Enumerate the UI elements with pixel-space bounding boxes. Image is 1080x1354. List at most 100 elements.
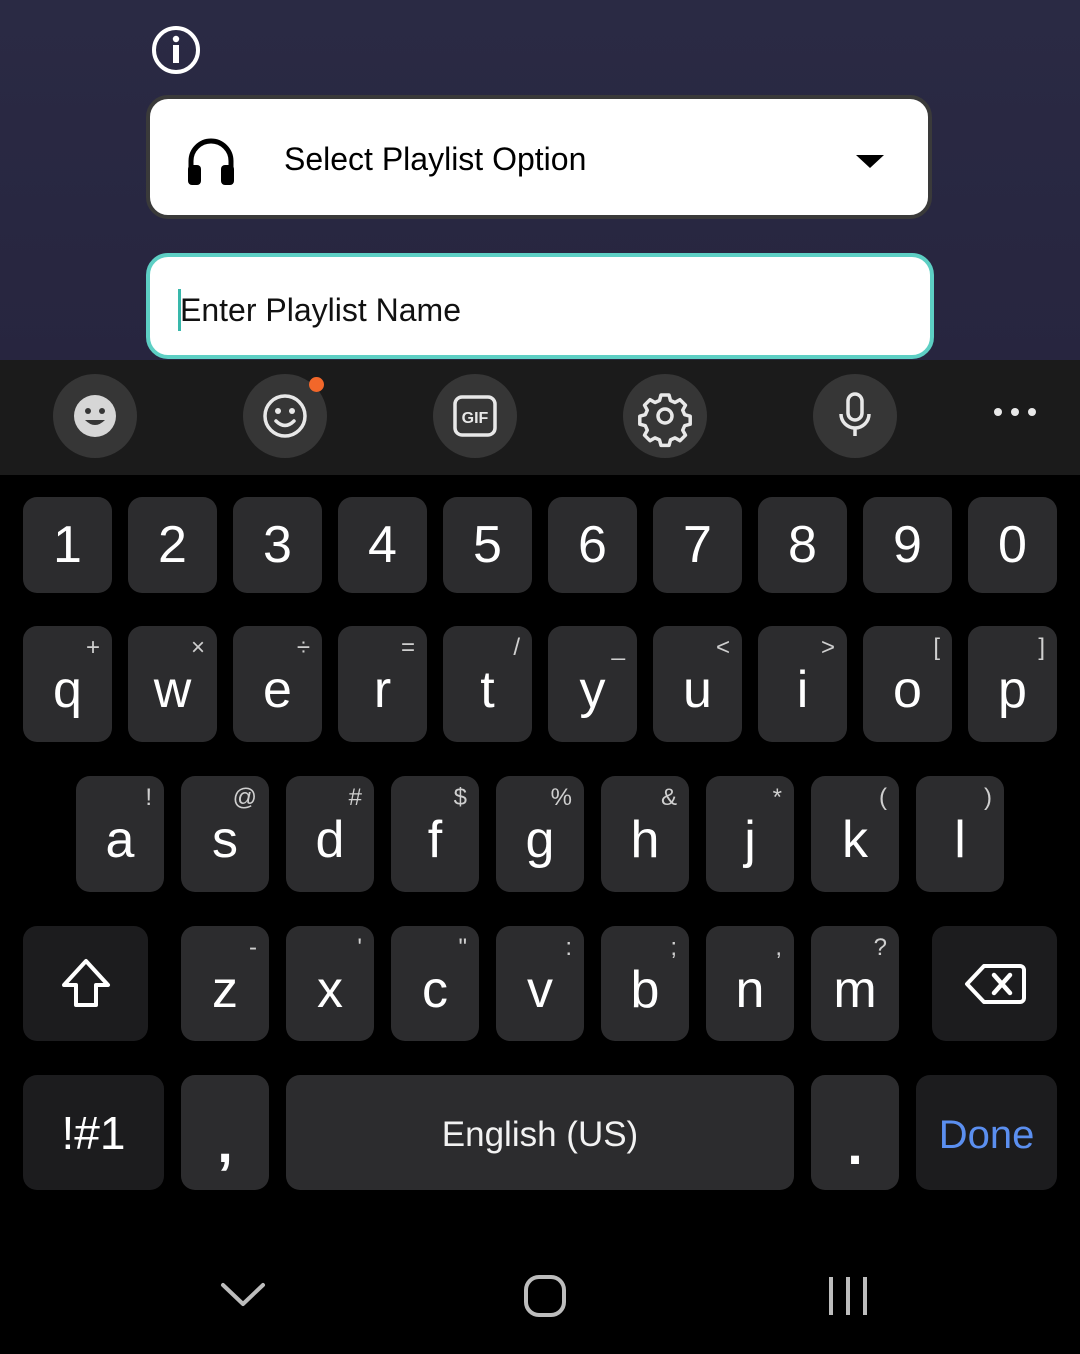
key-c[interactable]: " c (391, 926, 479, 1041)
more-options-icon[interactable] (990, 404, 1040, 420)
microphone-icon[interactable] (813, 374, 897, 458)
key-q-secondary: + (85, 634, 100, 661)
key-k[interactable]: (k (811, 776, 899, 892)
text-cursor (178, 289, 181, 331)
key-w[interactable]: × w (128, 626, 217, 742)
key-w-label: w (153, 661, 192, 719)
key-r-secondary: = (400, 634, 415, 661)
key-x[interactable]: ' x (286, 926, 374, 1041)
key-r[interactable]: = r (338, 626, 427, 742)
key-u-label: u (683, 661, 712, 719)
key-y-label: y (579, 661, 606, 719)
period-key-label: . (847, 1113, 863, 1176)
key-e[interactable]: ÷ e (233, 626, 322, 742)
dropdown-label: Select Playlist Option (284, 141, 587, 177)
key-8[interactable]: 8 (758, 497, 847, 593)
notification-dot (309, 377, 324, 392)
key-k-label: k (842, 811, 868, 869)
key-a-secondary: ! (145, 784, 152, 811)
key-h[interactable]: & h (601, 776, 689, 892)
key-9[interactable]: 9 (863, 497, 952, 593)
settings-icon[interactable] (623, 374, 707, 458)
key-m-secondary: ? (873, 934, 887, 961)
key-z[interactable]: -z (181, 926, 269, 1041)
key-k-secondary: ( (879, 784, 887, 811)
app-content-area: Select Playlist Option Enter Playlist Na… (0, 0, 1080, 360)
key-t[interactable]: / t (443, 626, 532, 742)
space-key[interactable]: English (US) (286, 1075, 794, 1190)
key-h-secondary: & (660, 784, 677, 811)
key-d-secondary: # (348, 784, 362, 811)
key-l[interactable]: ) l (916, 776, 1004, 892)
key-q[interactable]: + q (23, 626, 112, 742)
key-c-secondary: " (458, 934, 467, 961)
key-6[interactable]: 6 (548, 497, 637, 593)
key-m[interactable]: ? m (811, 926, 899, 1041)
key-4-label: 4 (368, 516, 397, 574)
key-2-label: 2 (158, 516, 187, 574)
key-o[interactable]: [o (863, 626, 952, 742)
playlist-name-input[interactable]: Enter Playlist Name (146, 253, 934, 359)
key-u-secondary: < (715, 634, 730, 661)
key-e-secondary: ÷ (296, 634, 310, 661)
symbols-key[interactable]: !#1 (23, 1075, 164, 1190)
key-i-label: i (796, 661, 809, 719)
key-o-secondary: [ (933, 634, 940, 661)
backspace-key[interactable] (932, 926, 1057, 1041)
key-h-label: h (630, 811, 660, 869)
key-d-label: d (315, 811, 345, 869)
key-i[interactable]: > i (758, 626, 847, 742)
home-icon[interactable] (523, 1274, 567, 1318)
key-4[interactable]: 4 (338, 497, 427, 593)
key-f[interactable]: $ f (391, 776, 479, 892)
key-7[interactable]: 7 (653, 497, 742, 593)
key-3[interactable]: 3 (233, 497, 322, 593)
key-b-label: b (630, 961, 660, 1019)
key-v[interactable]: :v (496, 926, 584, 1041)
emoji-icon[interactable] (243, 374, 327, 458)
info-icon[interactable] (151, 25, 201, 75)
symbols-key-label: !#1 (61, 1107, 126, 1159)
recent-apps-icon[interactable] (826, 1274, 870, 1318)
key-g-secondary: % (550, 784, 572, 811)
headphones-icon (188, 138, 234, 185)
keyboard-toolbar: GIF (0, 360, 1080, 475)
key-p[interactable]: ] p (968, 626, 1057, 742)
comma-key[interactable]: , (181, 1075, 269, 1190)
key-5[interactable]: 5 (443, 497, 532, 593)
period-key[interactable]: . (811, 1075, 899, 1190)
key-a[interactable]: ! a (76, 776, 164, 892)
key-j-label: j (744, 811, 756, 869)
playlist-name-placeholder: Enter Playlist Name (180, 292, 461, 328)
key-f-label: f (427, 811, 443, 869)
key-j-secondary: * (772, 784, 782, 811)
gif-label: GIF (462, 410, 489, 427)
key-v-secondary: : (565, 934, 572, 961)
key-1[interactable]: 1 (23, 497, 112, 593)
key-c-label: c (422, 961, 448, 1019)
key-u[interactable]: < u (653, 626, 742, 742)
key-y[interactable]: _ y (548, 626, 637, 742)
hide-keyboard-icon[interactable] (220, 1280, 266, 1310)
gif-icon[interactable]: GIF (433, 374, 517, 458)
key-b[interactable]: ; b (601, 926, 689, 1041)
key-s[interactable]: @ s (181, 776, 269, 892)
comma-key-label: , (217, 1111, 233, 1174)
space-key-label: English (US) (441, 1115, 639, 1154)
key-l-secondary: ) (984, 784, 992, 811)
shift-key[interactable] (23, 926, 148, 1041)
key-m-label: m (833, 961, 877, 1019)
done-key[interactable]: Done (916, 1075, 1057, 1190)
key-g[interactable]: % g (496, 776, 584, 892)
key-j[interactable]: * j (706, 776, 794, 892)
playlist-option-dropdown[interactable]: Select Playlist Option (146, 95, 932, 219)
key-x-secondary: ' (357, 934, 362, 961)
key-d[interactable]: # d (286, 776, 374, 892)
key-0[interactable]: 0 (968, 497, 1057, 593)
key-p-label: p (998, 661, 1027, 719)
key-t-label: t (480, 661, 495, 719)
key-e-label: e (263, 661, 292, 719)
key-n[interactable]: ,n (706, 926, 794, 1041)
key-2[interactable]: 2 (128, 497, 217, 593)
emoji-keyboard-icon[interactable] (53, 374, 137, 458)
